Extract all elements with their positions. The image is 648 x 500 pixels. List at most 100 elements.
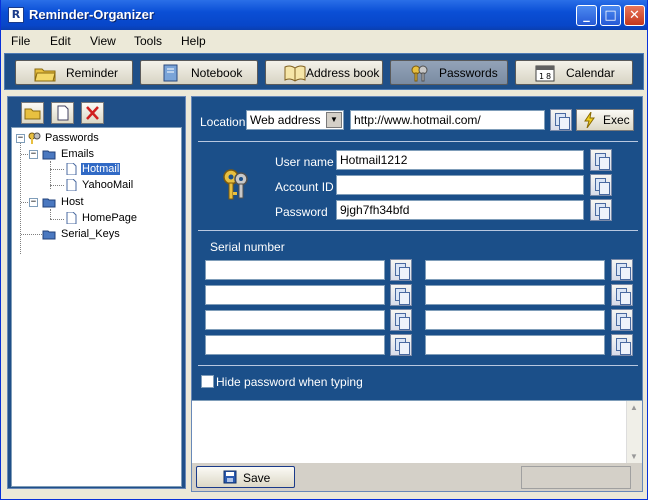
folder-icon [42,230,56,240]
close-button[interactable]: ✕ [624,5,645,26]
new-item-button[interactable] [51,102,74,124]
collapse-host-toggle[interactable]: − [29,198,38,207]
reminder-folder-icon [34,68,56,82]
browse-button[interactable] [550,109,572,131]
tree-item-yahoomail[interactable]: YahooMail [82,179,133,191]
hide-password-label[interactable]: Hide password when typing [216,375,363,389]
serial-field-7[interactable] [205,335,385,355]
location-label: Location [200,115,246,129]
password-label: Password [275,205,328,219]
tree-item-homepage[interactable]: HomePage [82,212,137,224]
keys-icon [223,169,248,200]
hide-password-checkbox[interactable] [201,375,214,388]
tree-group-serial-keys[interactable]: Serial_Keys [61,228,120,240]
chevron-down-icon[interactable]: ▼ [326,112,342,128]
menu-file[interactable]: File [11,34,30,48]
location-type-value: Web address [250,113,321,127]
save-label: Save [243,471,271,485]
new-folder-button[interactable] [21,102,44,124]
copy-serial-1-button[interactable] [390,259,412,281]
nav-calendar-button[interactable]: 18 Calendar [515,60,633,85]
copy-serial-6-button[interactable] [611,309,633,331]
title-bar[interactable]: R Reminder-Organizer _ □ ✕ [1,0,647,30]
location-type-select[interactable]: Web address ▼ [246,110,344,130]
keys-icon [411,65,428,82]
module-toolbar: Reminder Notebook Address book Passwords… [4,53,644,90]
tree-panel: − Passwords − Emails Hotmail YahooMail −… [7,96,186,489]
delete-button[interactable] [81,102,104,124]
menu-edit[interactable]: Edit [50,34,71,48]
nav-passwords-button[interactable]: Passwords [390,60,508,85]
serial-field-2[interactable] [425,260,605,280]
nav-notebook-button[interactable]: Notebook [140,60,258,85]
collapse-root-toggle[interactable]: − [16,134,25,143]
minimize-button[interactable]: _ [576,5,597,26]
copy-password-button[interactable] [590,199,612,221]
menu-help[interactable]: Help [181,34,206,48]
serial-field-8[interactable] [425,335,605,355]
window-title: Reminder-Organizer [29,7,154,22]
close-icon: ✕ [629,8,640,23]
notes-scrollbar[interactable]: ▲ ▼ [626,401,642,463]
serial-field-1[interactable] [205,260,385,280]
folder-icon [24,108,41,120]
save-button[interactable]: Save [196,466,295,488]
copy-serial-2-button[interactable] [611,259,633,281]
passwords-tree[interactable]: − Passwords − Emails Hotmail YahooMail −… [11,127,182,487]
tree-root-passwords[interactable]: Passwords [45,132,99,144]
copy-serial-4-button[interactable] [611,284,633,306]
nav-address-book-button[interactable]: Address book [265,60,383,85]
username-input[interactable]: Hotmail1212 [336,150,584,170]
nav-reminder-button[interactable]: Reminder [15,60,133,85]
serial-number-label: Serial number [210,240,285,254]
username-label: User name [275,155,334,169]
nav-passwords-label: Passwords [439,66,498,80]
app-icon: R [8,7,24,23]
copy-serial-7-button[interactable] [390,334,412,356]
nav-reminder-label: Reminder [66,66,119,80]
password-detail-panel: Location Web address ▼ http://www.hotmai… [191,96,643,492]
url-input[interactable]: http://www.hotmail.com/ [350,110,545,130]
status-cell [521,466,631,489]
maximize-button[interactable]: □ [600,5,621,26]
keys-icon [28,132,41,144]
notes-textarea[interactable]: ▲ ▼ [192,400,642,463]
copy-serial-3-button[interactable] [390,284,412,306]
document-icon [66,212,77,224]
address-book-icon [284,65,306,82]
exec-label: Exec [603,113,630,127]
tree-group-emails[interactable]: Emails [61,148,94,160]
account-id-label: Account ID [275,180,334,194]
calendar-icon: 18 [535,65,555,82]
tree-group-host[interactable]: Host [61,196,84,208]
serial-field-3[interactable] [205,285,385,305]
document-icon [57,105,69,121]
app-window: R Reminder-Organizer _ □ ✕ File Edit Vie… [0,0,648,500]
save-disk-icon [223,470,237,484]
account-id-input[interactable] [336,175,584,195]
folder-open-icon [42,150,56,160]
nav-address-book-label: Address book [306,66,380,80]
nav-notebook-label: Notebook [191,66,243,80]
tree-toolbar [8,97,185,127]
collapse-emails-toggle[interactable]: − [29,150,38,159]
password-input[interactable]: 9jgh7fh34bfd [336,200,584,220]
copy-account-id-button[interactable] [590,174,612,196]
copy-serial-5-button[interactable] [390,309,412,331]
tree-item-hotmail[interactable]: Hotmail [81,163,121,175]
serial-field-5[interactable] [205,310,385,330]
menu-tools[interactable]: Tools [134,34,162,48]
serial-field-4[interactable] [425,285,605,305]
copy-username-button[interactable] [590,149,612,171]
svg-text:8: 8 [546,72,551,81]
scroll-up-icon[interactable]: ▲ [630,403,638,412]
scroll-down-icon[interactable]: ▼ [630,452,638,461]
copy-serial-8-button[interactable] [611,334,633,356]
serial-field-6[interactable] [425,310,605,330]
menu-view[interactable]: View [90,34,116,48]
document-icon [66,179,77,191]
menu-bar: File Edit View Tools Help [1,30,647,52]
minimize-icon: _ [583,8,590,23]
exec-button[interactable]: Exec [576,109,634,131]
maximize-icon: □ [604,8,617,23]
